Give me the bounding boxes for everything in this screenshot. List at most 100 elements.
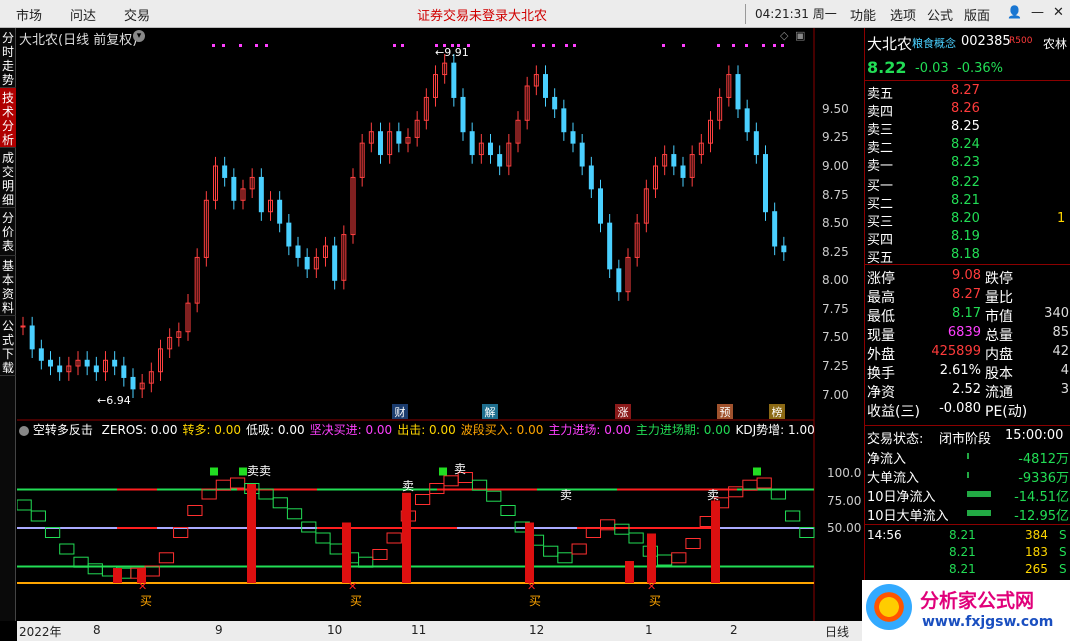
- candle: [231, 176, 237, 201]
- signal-bar: [647, 533, 656, 583]
- indicator-step: [272, 497, 288, 509]
- indicator-step: [656, 554, 673, 566]
- login-notice[interactable]: 证券交易未登录: [417, 5, 508, 24]
- stat-label: 流通: [985, 385, 1013, 401]
- axis-month-8: 8: [93, 623, 101, 637]
- candle: [112, 359, 118, 367]
- period-label[interactable]: 日线: [825, 623, 849, 640]
- candle: [451, 62, 457, 98]
- candle: [763, 154, 768, 213]
- stat-value: -0.080: [939, 401, 981, 416]
- indicator-value: KDJ势增: 1.00: [735, 423, 815, 437]
- chart-area[interactable]: 大北农(日线 前复权) ▾ ◇ ▣ ←6.94 ←9.91 财 解 涨 预 榜 …: [17, 28, 862, 621]
- candle: [38, 348, 44, 361]
- bid-volume: 1: [1057, 211, 1066, 226]
- flow-value: -9336万: [1018, 471, 1069, 486]
- side-tab-technical[interactable]: 技术分析: [0, 88, 16, 148]
- indicator-value: 主力进场: 0.00: [548, 423, 631, 437]
- candle: [121, 365, 127, 378]
- industry-tag[interactable]: 农林: [1043, 35, 1067, 52]
- event-label-ranking[interactable]: 榜: [769, 404, 785, 419]
- flow-bar: [967, 491, 991, 497]
- event-label-finance[interactable]: 财: [392, 404, 408, 419]
- signal-bar: [711, 500, 720, 583]
- candle: [561, 108, 567, 133]
- side-tab-price-table[interactable]: 分价表: [0, 208, 16, 256]
- side-tab-fundamentals[interactable]: 基本资料: [0, 256, 16, 316]
- indicator-settings-icon[interactable]: [19, 425, 29, 436]
- side-tab-formula-download[interactable]: 公式下载: [0, 316, 16, 376]
- indicator-value: 波段买入: 0.00: [460, 423, 544, 437]
- price-tick-label: 7.75: [822, 301, 849, 316]
- candle: [543, 74, 548, 98]
- bid-label: 买五: [867, 251, 894, 266]
- stock-name: 大北农: [867, 35, 913, 53]
- stat-value: 4: [1060, 363, 1069, 378]
- event-label-limit-up[interactable]: 涨: [615, 404, 631, 419]
- signal-bar: [342, 522, 351, 583]
- menu-options[interactable]: 选项: [890, 5, 916, 24]
- sell-signal-label: 卖: [454, 461, 467, 476]
- minimize-icon[interactable]: —: [1031, 5, 1044, 20]
- menu-layout[interactable]: 版面: [964, 5, 990, 24]
- indicator-value: ZEROS: 0.00: [101, 423, 178, 437]
- menu-function[interactable]: 功能: [850, 5, 876, 24]
- event-label-forecast[interactable]: 预: [717, 404, 733, 419]
- tick-volume: 183: [1025, 545, 1048, 559]
- candle: [93, 365, 99, 373]
- sell-signal-label: 卖卖: [247, 464, 272, 478]
- trade-status: 闭市阶段: [939, 432, 992, 447]
- candle: [781, 245, 787, 253]
- low-price-label: ←6.94: [97, 394, 131, 407]
- price-tick-label: 9.25: [822, 130, 849, 145]
- indicator-step: [614, 523, 630, 535]
- flow-label: 10日大单流入: [867, 509, 949, 524]
- menu-market[interactable]: 市场: [16, 5, 42, 24]
- buy-signal-label: 买: [649, 593, 662, 608]
- indicator-step: [187, 505, 203, 516]
- side-tab-trades[interactable]: 成交明细: [0, 148, 16, 208]
- axis-year: 2022年: [19, 625, 62, 639]
- price-tick-label: 9.50: [822, 101, 849, 116]
- indicator-step: [685, 538, 701, 549]
- ask-label: 卖二: [867, 141, 894, 156]
- indicator-step: [59, 543, 75, 555]
- candle: [460, 96, 466, 133]
- axis-month-10: 10: [327, 623, 343, 637]
- buy-signal-label: 买: [529, 593, 542, 608]
- stat-label: 最高: [867, 290, 895, 306]
- concept-tag[interactable]: 粮食概念: [912, 35, 956, 51]
- stat-label: 最低: [867, 309, 895, 325]
- price-tick-label: 8.25: [822, 244, 849, 259]
- close-icon[interactable]: ✕: [1053, 5, 1064, 20]
- menu-trade[interactable]: 交易: [124, 5, 150, 24]
- indicator-step: [17, 499, 32, 511]
- clock: 04:21:31 周一: [755, 7, 837, 21]
- event-label-unlock[interactable]: 解: [482, 404, 498, 419]
- signal-bar: [625, 561, 634, 583]
- candle: [607, 222, 613, 270]
- menu-formula[interactable]: 公式: [927, 5, 953, 24]
- price-chart-svg: [17, 28, 815, 621]
- trade-status-time: 15:00:00: [1005, 428, 1064, 443]
- tick-volume: 384: [1025, 528, 1048, 542]
- ask-price: 8.27: [951, 83, 980, 98]
- bid-label: 买三: [867, 215, 894, 230]
- flow-value: -14.51亿: [1014, 490, 1069, 505]
- tick-volume: 265: [1025, 562, 1048, 576]
- side-tab-intraday[interactable]: 分时走势: [0, 28, 16, 88]
- bid-label: 买一: [867, 179, 894, 194]
- stat-label: 涨停: [867, 271, 895, 287]
- logo-title: 分析家公式网: [920, 590, 1035, 612]
- candle: [20, 325, 26, 328]
- user-icon[interactable]: 👤: [1007, 5, 1022, 19]
- candle: [286, 222, 292, 247]
- logo-url: www.fxjgsw.com: [922, 614, 1054, 630]
- axis-month-12: 12: [529, 623, 545, 637]
- flow-value: -12.95亿: [1014, 509, 1069, 524]
- candle: [84, 359, 90, 367]
- price-tick-label: 8.75: [822, 187, 849, 202]
- candle: [497, 154, 503, 167]
- menu-wenda[interactable]: 问达: [70, 5, 96, 24]
- flower-logo-icon: [866, 584, 912, 630]
